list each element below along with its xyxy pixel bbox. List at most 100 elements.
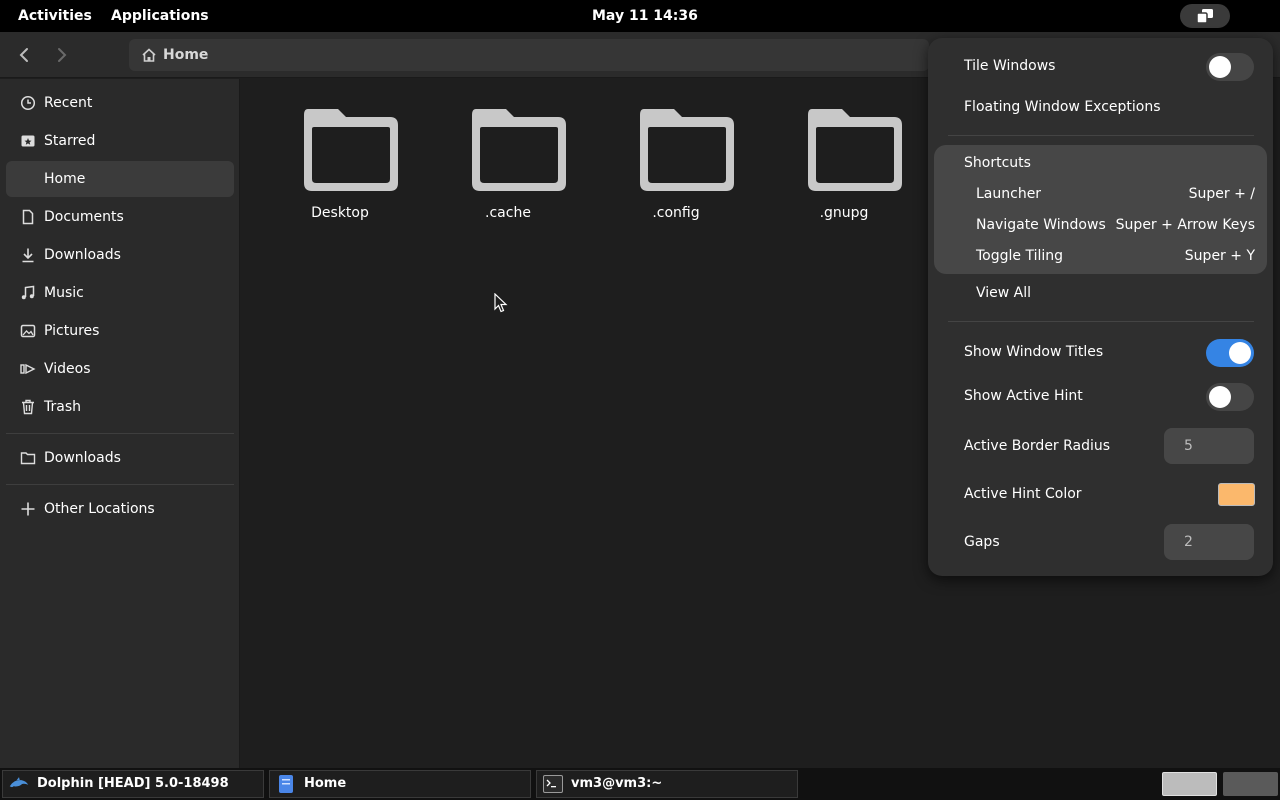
clock[interactable]: May 11 14:36 bbox=[592, 0, 698, 32]
sidebar-item-pictures[interactable]: Pictures bbox=[6, 313, 234, 349]
sidebar-item-trash[interactable]: Trash bbox=[6, 389, 234, 425]
shortcut-keys: Super + / bbox=[1188, 186, 1255, 202]
shortcuts-section: Shortcuts Launcher Super + / Navigate Wi… bbox=[934, 145, 1267, 274]
tile-windows-toggle[interactable] bbox=[1206, 53, 1254, 81]
folder-item[interactable]: .config bbox=[616, 107, 736, 227]
window-tiling-icon bbox=[1197, 9, 1213, 23]
menu-divider bbox=[948, 135, 1254, 136]
gaps-input[interactable]: 2 bbox=[1164, 524, 1254, 560]
document-icon bbox=[22, 209, 34, 225]
path-home-label: Home bbox=[163, 47, 209, 63]
view-all-shortcuts-item[interactable]: View All bbox=[976, 285, 1031, 301]
sidebar-item-label: Pictures bbox=[44, 323, 100, 339]
sidebar-item-label: Music bbox=[44, 285, 84, 301]
task-terminal[interactable]: vm3@vm3:~ bbox=[536, 770, 798, 798]
mouse-cursor-icon bbox=[494, 293, 508, 313]
sidebar-item-label: Documents bbox=[44, 209, 124, 225]
sidebar-item-label: Home bbox=[44, 171, 86, 187]
workspace-2[interactable] bbox=[1223, 772, 1278, 796]
tiling-menu-button[interactable] bbox=[1180, 4, 1230, 28]
sidebar-item-home[interactable]: Home bbox=[6, 161, 234, 197]
taskbar: Dolphin [HEAD] 5.0-18498 Home vm3@vm3:~ bbox=[0, 768, 1280, 800]
folder-item[interactable]: .cache bbox=[448, 107, 568, 227]
terminal-icon bbox=[543, 775, 563, 793]
shortcut-keys: Super + Y bbox=[1184, 248, 1255, 264]
folder-name: .cache bbox=[485, 205, 531, 221]
gaps-label: Gaps bbox=[964, 534, 1000, 550]
video-icon bbox=[20, 363, 36, 375]
show-active-hint-label: Show Active Hint bbox=[964, 388, 1083, 404]
applications-menu[interactable]: Applications bbox=[111, 0, 209, 32]
folder-name: .config bbox=[652, 205, 700, 221]
sidebar-bookmark-downloads[interactable]: Downloads bbox=[6, 440, 234, 476]
active-border-radius-label: Active Border Radius bbox=[964, 438, 1111, 454]
back-button[interactable] bbox=[10, 40, 38, 70]
shortcut-keys: Super + Arrow Keys bbox=[1115, 217, 1255, 233]
folder-icon bbox=[640, 109, 734, 191]
workspace-1[interactable] bbox=[1162, 772, 1217, 796]
task-label: vm3@vm3:~ bbox=[571, 776, 663, 791]
sidebar-item-starred[interactable]: Starred bbox=[6, 123, 234, 159]
shortcut-action: Launcher bbox=[976, 186, 1042, 202]
download-icon bbox=[22, 248, 34, 263]
gaps-value: 2 bbox=[1184, 534, 1193, 550]
sidebar-item-label: Other Locations bbox=[44, 501, 155, 517]
folder-item[interactable]: Desktop bbox=[280, 107, 400, 227]
top-bar: Activities Applications May 11 14:36 bbox=[0, 0, 1280, 32]
sidebar-item-other-locations[interactable]: Other Locations bbox=[6, 491, 234, 527]
show-active-hint-toggle[interactable] bbox=[1206, 383, 1254, 411]
task-label: Dolphin [HEAD] 5.0-18498 bbox=[37, 776, 229, 791]
sidebar-item-videos[interactable]: Videos bbox=[6, 351, 234, 387]
show-window-titles-label: Show Window Titles bbox=[964, 344, 1104, 360]
shortcut-action: Toggle Tiling bbox=[976, 248, 1064, 264]
sidebar: Recent Starred Home Documents Downloads … bbox=[0, 79, 240, 768]
sidebar-item-label: Downloads bbox=[44, 450, 121, 466]
sidebar-item-label: Downloads bbox=[44, 247, 121, 263]
folder-name: .gnupg bbox=[819, 205, 869, 221]
sidebar-item-label: Recent bbox=[44, 95, 93, 111]
active-hint-color-label: Active Hint Color bbox=[964, 486, 1082, 502]
task-label: Home bbox=[304, 776, 347, 791]
star-icon bbox=[21, 135, 35, 147]
task-home[interactable]: Home bbox=[269, 770, 531, 798]
tiling-popover-menu: Tile Windows Floating Window Exceptions … bbox=[928, 38, 1273, 576]
picture-icon bbox=[20, 324, 36, 338]
sidebar-item-label: Trash bbox=[44, 399, 81, 415]
chevron-left-icon bbox=[19, 48, 28, 62]
tile-windows-label: Tile Windows bbox=[964, 58, 1056, 74]
sidebar-divider bbox=[6, 484, 234, 485]
floating-exceptions-item[interactable]: Floating Window Exceptions bbox=[964, 99, 1161, 115]
folder-icon bbox=[304, 109, 398, 191]
trash-icon bbox=[22, 399, 34, 415]
sidebar-item-label: Starred bbox=[44, 133, 96, 149]
folder-item[interactable]: .gnupg bbox=[784, 107, 904, 227]
menu-divider bbox=[948, 321, 1254, 322]
sidebar-item-documents[interactable]: Documents bbox=[6, 199, 234, 235]
home-icon bbox=[142, 48, 156, 62]
chevron-right-icon bbox=[58, 48, 67, 62]
active-border-radius-value: 5 bbox=[1184, 438, 1193, 454]
activities-button[interactable]: Activities bbox=[18, 0, 92, 32]
active-hint-color-button[interactable] bbox=[1218, 483, 1255, 506]
clock-icon bbox=[20, 95, 36, 111]
task-dolphin[interactable]: Dolphin [HEAD] 5.0-18498 bbox=[2, 770, 264, 798]
path-bar[interactable]: Home bbox=[129, 39, 929, 71]
sidebar-item-downloads[interactable]: Downloads bbox=[6, 237, 234, 273]
dolphin-icon bbox=[9, 777, 29, 788]
files-icon bbox=[279, 775, 293, 793]
music-icon bbox=[21, 285, 35, 300]
sidebar-item-label: Videos bbox=[44, 361, 91, 377]
show-window-titles-toggle[interactable] bbox=[1206, 339, 1254, 367]
shortcuts-header[interactable]: Shortcuts bbox=[964, 155, 1031, 171]
sidebar-item-recent[interactable]: Recent bbox=[6, 85, 234, 121]
active-border-radius-input[interactable]: 5 bbox=[1164, 428, 1254, 464]
sidebar-divider bbox=[6, 433, 234, 434]
folder-icon bbox=[20, 452, 36, 465]
folder-name: Desktop bbox=[311, 205, 369, 221]
folder-icon bbox=[808, 109, 902, 191]
forward-button[interactable] bbox=[48, 40, 76, 70]
sidebar-item-music[interactable]: Music bbox=[6, 275, 234, 311]
folder-icon bbox=[472, 109, 566, 191]
plus-icon bbox=[21, 502, 35, 516]
shortcut-action: Navigate Windows bbox=[976, 217, 1106, 233]
